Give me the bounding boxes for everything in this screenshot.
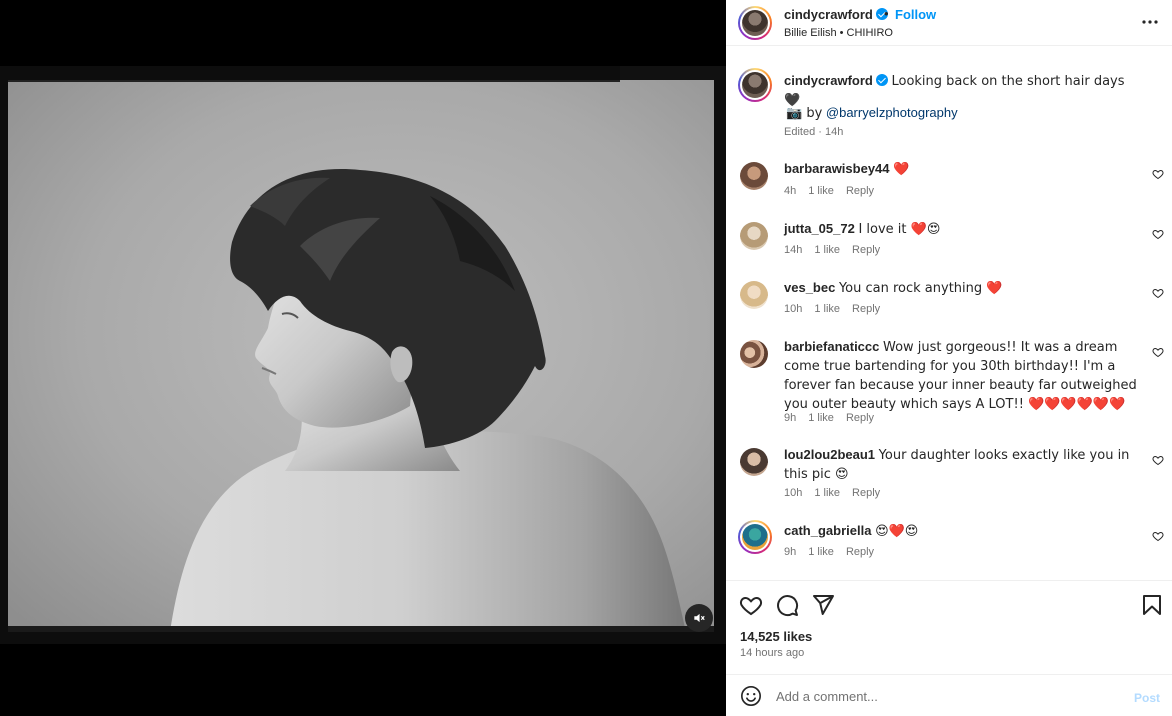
author-username[interactable]: cindycrawford — [784, 7, 888, 22]
post-actions — [726, 580, 1172, 626]
author-avatar[interactable] — [738, 6, 772, 40]
verified-badge-icon — [875, 74, 888, 86]
author-username-text: cindycrawford — [784, 7, 873, 22]
commenter-avatar[interactable] — [740, 222, 768, 250]
heart-outline-icon[interactable] — [1152, 530, 1164, 542]
caption-author-avatar[interactable] — [738, 68, 772, 102]
reply-button[interactable]: Reply — [852, 303, 880, 315]
post-sidebar: cindycrawford • Follow Billie Eilish • C… — [726, 0, 1172, 716]
post-photo[interactable] — [0, 66, 726, 644]
heart-outline-icon[interactable] — [1152, 346, 1164, 358]
commenter-avatar[interactable] — [740, 448, 768, 476]
comment-likes[interactable]: 1 like — [808, 546, 834, 558]
comment-text: You can rock anything ❤️ — [838, 281, 1003, 296]
commenter-username[interactable]: cath_gabriella — [784, 523, 871, 538]
like-heart-icon[interactable] — [739, 593, 763, 617]
commenter-username[interactable]: jutta_05_72 — [784, 221, 855, 236]
reply-button[interactable]: Reply — [846, 412, 874, 424]
heart-outline-icon[interactable] — [1152, 168, 1164, 180]
comment-text: 😍❤️😍 — [875, 524, 919, 539]
caption-username[interactable]: cindycrawford — [784, 73, 873, 88]
comment-text: I love it ❤️😍 — [858, 222, 941, 237]
comment-time: 14h — [784, 244, 803, 256]
post-media — [0, 0, 726, 716]
commenter-username[interactable]: barbarawisbey44 — [784, 161, 890, 176]
audio-track-link[interactable]: Billie Eilish • CHIHIRO — [784, 27, 893, 39]
emoji-smile-icon[interactable] — [740, 685, 762, 707]
comment-likes[interactable]: 1 like — [814, 303, 840, 315]
speaker-muted-icon — [694, 613, 705, 623]
follow-button[interactable]: Follow — [895, 7, 936, 22]
comment-time: 9h — [784, 412, 797, 424]
credit-prefix: 📷 by — [786, 106, 823, 121]
comment-likes[interactable]: 1 like — [814, 244, 840, 256]
photo-credit: 📷 by @barryelzphotography — [786, 104, 958, 123]
more-options-button[interactable] — [1140, 12, 1160, 32]
reply-button[interactable]: Reply — [846, 185, 874, 197]
comment-likes[interactable]: 1 like — [808, 412, 834, 424]
post-comment-button[interactable]: Post — [1134, 691, 1160, 705]
comment-time: 10h — [784, 303, 803, 315]
heart-outline-icon[interactable] — [1152, 454, 1164, 466]
commenter-avatar[interactable] — [738, 520, 772, 554]
likes-count[interactable]: 14,525 likes — [740, 629, 812, 644]
share-send-icon[interactable] — [811, 593, 835, 617]
comment-likes[interactable]: 1 like — [808, 185, 834, 197]
comment-text: ❤️ — [893, 162, 910, 177]
comment-likes[interactable]: 1 like — [814, 487, 840, 499]
add-comment-input[interactable] — [776, 683, 1116, 709]
reply-button[interactable]: Reply — [846, 546, 874, 558]
photographer-mention-link[interactable]: @barryelzphotography — [826, 105, 958, 120]
reply-button[interactable]: Reply — [852, 244, 880, 256]
mute-button[interactable] — [685, 604, 713, 632]
edited-timestamp: Edited · 14h — [784, 126, 844, 138]
commenter-username[interactable]: ves_bec — [784, 280, 835, 295]
post-timestamp: 14 hours ago — [740, 647, 805, 659]
comment-time: 10h — [784, 487, 803, 499]
heart-outline-icon[interactable] — [1152, 287, 1164, 299]
reply-button[interactable]: Reply — [852, 487, 880, 499]
comment-time: 9h — [784, 546, 797, 558]
commenter-username[interactable]: barbiefanaticcc — [784, 339, 879, 354]
commenter-avatar[interactable] — [740, 281, 768, 309]
commenter-avatar[interactable] — [740, 340, 768, 368]
more-horizontal-icon — [1142, 20, 1158, 24]
save-bookmark-icon[interactable] — [1140, 593, 1164, 617]
header-separator: • — [884, 6, 889, 21]
comment-bubble-icon[interactable] — [775, 593, 799, 617]
commenter-username[interactable]: lou2lou2beau1 — [784, 447, 875, 462]
commenter-avatar[interactable] — [740, 162, 768, 190]
add-comment-bar: Post — [726, 674, 1172, 716]
comment-time: 4h — [784, 185, 797, 197]
header-divider — [726, 45, 1172, 46]
heart-outline-icon[interactable] — [1152, 228, 1164, 240]
